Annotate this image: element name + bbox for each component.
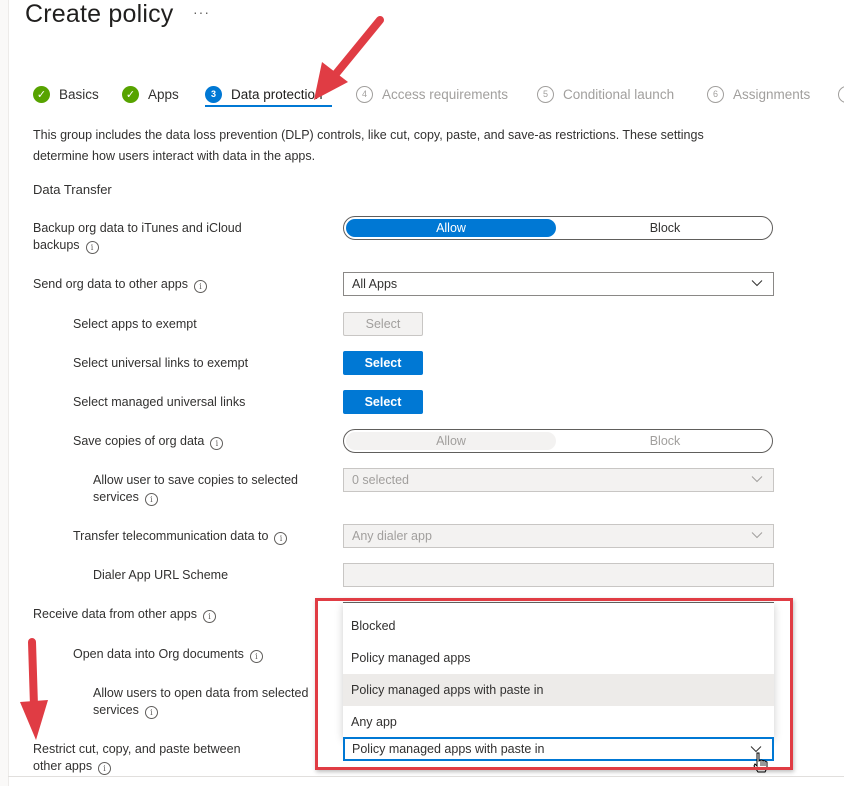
checkmark-icon: ✓	[122, 85, 139, 103]
dialer-url-label: Dialer App URL Scheme	[93, 568, 229, 582]
telecom-label-text: Transfer telecommunication data to	[73, 529, 269, 543]
menu-option-any-app[interactable]: Any app	[343, 706, 774, 738]
restrict-cut-copy-dropdown[interactable]: Policy managed apps with paste in	[343, 737, 774, 761]
send-org-data-label-text: Send org data to other apps	[33, 277, 188, 291]
telecom-label: Transfer telecommunication data to i	[73, 528, 288, 545]
backup-label: Backup org data to iTunes and iCloud bac…	[33, 220, 273, 254]
save-copies-label-text: Save copies of org data	[73, 434, 205, 448]
tab-label: Apps	[148, 86, 179, 102]
send-org-data-label: Send org data to other apps i	[33, 276, 207, 293]
footer-divider	[8, 776, 844, 777]
dropdown-value: Any dialer app	[352, 529, 432, 543]
restrict-cut-copy-label-text: Restrict cut, copy, and paste between ot…	[33, 742, 241, 773]
chevron-down-icon	[751, 532, 763, 539]
tab-assignments[interactable]: 6 Assignments	[707, 82, 810, 106]
step-number-icon: 4	[356, 85, 373, 103]
save-copies-services-label-text: Allow user to save copies to selected se…	[93, 473, 298, 504]
chevron-down-icon	[751, 280, 763, 287]
menu-option-policy-managed-apps[interactable]: Policy managed apps	[343, 642, 774, 674]
tab-access-requirements[interactable]: 4 Access requirements	[356, 82, 508, 106]
annotation-arrow-bottom	[20, 638, 48, 740]
menu-option-policy-managed-apps-paste-in[interactable]: Policy managed apps with paste in	[343, 674, 774, 706]
tab-next-step-partial[interactable]	[838, 82, 844, 106]
select-universal-links-label: Select universal links to exempt	[73, 356, 249, 370]
info-icon[interactable]: i	[249, 650, 263, 663]
step-number-icon: 3	[205, 85, 222, 103]
backup-block-option[interactable]: Block	[560, 219, 770, 237]
tab-data-protection[interactable]: 3 Data protection	[205, 82, 323, 106]
open-from-services-label-text: Allow users to open data from selected s…	[93, 686, 309, 717]
dropdown-value: Policy managed apps with paste in	[352, 742, 545, 756]
info-icon[interactable]: i	[202, 610, 216, 623]
save-copies-services-dropdown[interactable]: 0 selected	[343, 468, 774, 492]
section-heading: Data Transfer	[33, 182, 112, 197]
restrict-cut-copy-label: Restrict cut, copy, and paste between ot…	[33, 741, 263, 775]
send-org-data-dropdown[interactable]: All Apps	[343, 272, 774, 296]
receive-data-label: Receive data from other apps i	[33, 606, 216, 623]
dialer-url-input[interactable]	[343, 563, 774, 587]
info-icon[interactable]: i	[210, 437, 224, 450]
step-number-icon	[838, 85, 844, 103]
tab-label: Conditional launch	[563, 86, 675, 102]
active-tab-indicator	[205, 105, 332, 107]
open-from-services-label: Allow users to open data from selected s…	[93, 685, 333, 719]
select-managed-links-button[interactable]: Select	[343, 390, 423, 414]
select-managed-links-label: Select managed universal links	[73, 395, 246, 409]
info-icon[interactable]: i	[144, 706, 158, 719]
open-into-org-label: Open data into Org documents i	[73, 646, 263, 663]
checkmark-icon: ✓	[33, 85, 50, 103]
more-options-button[interactable]: ···	[193, 4, 210, 20]
save-copies-block-option[interactable]: Block	[560, 432, 770, 450]
save-copies-toggle: Allow Block	[343, 429, 773, 453]
info-icon[interactable]: i	[193, 280, 207, 293]
step-number-icon: 5	[537, 85, 554, 103]
chevron-down-icon	[751, 476, 763, 483]
tab-basics[interactable]: ✓ Basics	[33, 82, 99, 106]
tab-label: Data protection	[231, 86, 323, 102]
select-apps-exempt-label: Select apps to exempt	[73, 317, 197, 331]
info-icon[interactable]: i	[274, 532, 288, 545]
backup-allow-option[interactable]: Allow	[346, 219, 556, 237]
tab-label: Assignments	[733, 86, 811, 102]
section-description: This group includes the data loss preven…	[33, 128, 704, 163]
telecom-dropdown[interactable]: Any dialer app	[343, 524, 774, 548]
info-icon[interactable]: i	[85, 241, 99, 254]
restrict-cut-copy-options-menu: Blocked Policy managed apps Policy manag…	[343, 602, 774, 737]
tab-conditional-launch[interactable]: 5 Conditional launch	[537, 82, 674, 106]
save-copies-label: Save copies of org data i	[73, 433, 224, 450]
dropdown-value: 0 selected	[352, 473, 409, 487]
open-into-org-label-text: Open data into Org documents	[73, 647, 244, 661]
save-copies-services-label: Allow user to save copies to selected se…	[93, 472, 318, 506]
backup-toggle: Allow Block	[343, 216, 773, 240]
tab-apps[interactable]: ✓ Apps	[122, 82, 179, 106]
select-apps-exempt-button[interactable]: Select	[343, 312, 423, 336]
tab-label: Access requirements	[382, 86, 509, 102]
step-number-icon: 6	[707, 85, 724, 103]
info-icon[interactable]: i	[98, 762, 112, 775]
tab-label: Basics	[59, 86, 99, 102]
chevron-down-icon	[750, 746, 762, 753]
save-copies-allow-option[interactable]: Allow	[346, 432, 556, 450]
menu-option-blocked[interactable]: Blocked	[343, 610, 774, 642]
left-pane-edge	[0, 0, 9, 786]
info-icon[interactable]: i	[144, 493, 158, 506]
receive-data-label-text: Receive data from other apps	[33, 607, 197, 621]
page-title: Create policy	[25, 0, 174, 28]
backup-label-text: Backup org data to iTunes and iCloud bac…	[33, 221, 242, 252]
dropdown-value: All Apps	[352, 277, 398, 291]
select-universal-links-button[interactable]: Select	[343, 351, 423, 375]
